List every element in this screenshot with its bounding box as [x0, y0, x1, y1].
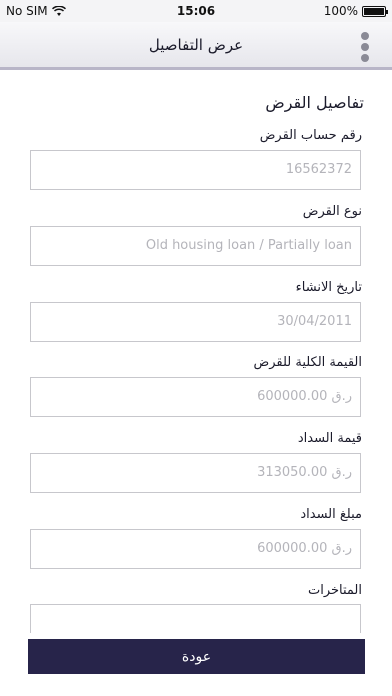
loan-account-number-value: 16562372: [285, 162, 352, 177]
battery-icon: [362, 5, 388, 17]
repayment-value-value: 313050.00 ر.ق: [257, 465, 352, 480]
total-loan-value-label: القيمة الكلية للقرض: [253, 355, 362, 370]
arrears-label: المتاخرات: [307, 583, 362, 598]
loan-type-label: نوع القرض: [302, 204, 362, 219]
creation-date-value: 30/04/2011: [277, 314, 352, 329]
loan-details-content[interactable]: تفاصيل القرض رقم حساب القرض 16562372 نوع…: [0, 73, 392, 633]
navigation-bar: عرض التفاصيل: [0, 22, 392, 70]
page-title: عرض التفاصيل: [148, 36, 244, 54]
status-bar: No SIM 15:06 100%: [0, 0, 392, 22]
repayment-amount-value: 600000.00 ر.ق: [257, 541, 352, 556]
back-button[interactable]: عودة: [28, 639, 365, 674]
total-loan-value-value: 600000.00 ر.ق: [257, 389, 352, 404]
section-title: تفاصيل القرض: [265, 93, 364, 112]
repayment-amount-label: مبلغ السداد: [300, 507, 362, 522]
arrears-field[interactable]: [30, 604, 361, 633]
repayment-value-label: قيمة السداد: [297, 431, 362, 446]
battery-status: 100%: [323, 4, 388, 18]
loan-account-number-field[interactable]: 16562372: [30, 150, 361, 190]
total-loan-value-field[interactable]: 600000.00 ر.ق: [30, 377, 361, 417]
loan-type-field[interactable]: Old housing loan / Partially loan: [30, 226, 361, 266]
loan-account-number-label: رقم حساب القرض: [259, 128, 362, 143]
more-vertical-icon[interactable]: [360, 32, 370, 62]
loan-type-value: Old housing loan / Partially loan: [145, 238, 352, 253]
repayment-value-field[interactable]: 313050.00 ر.ق: [30, 453, 361, 493]
battery-percent: 100%: [323, 4, 358, 18]
creation-date-field[interactable]: 30/04/2011: [30, 302, 361, 342]
creation-date-label: تاريخ الانشاء: [295, 280, 362, 295]
repayment-amount-field[interactable]: 600000.00 ر.ق: [30, 529, 361, 569]
